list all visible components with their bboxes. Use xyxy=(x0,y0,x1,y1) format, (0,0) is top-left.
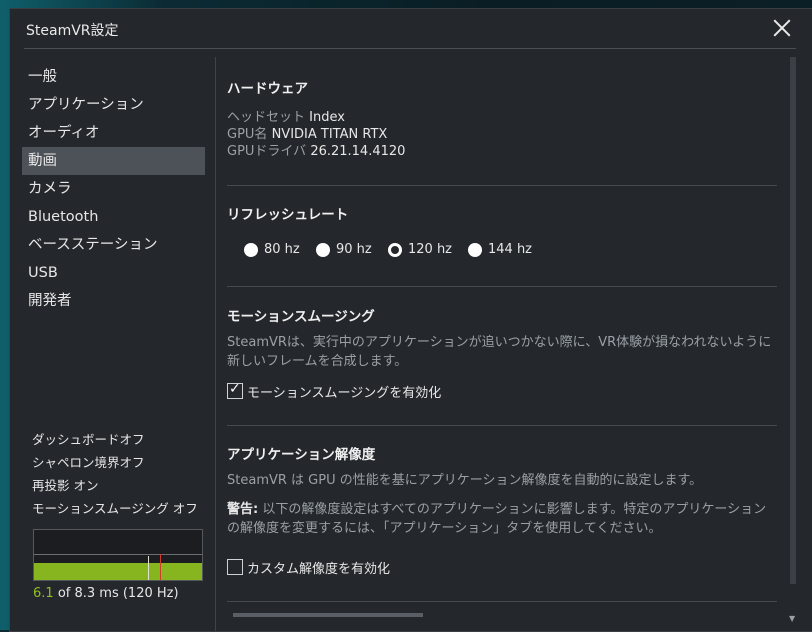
window-title: SteamVR設定 xyxy=(26,23,119,39)
refresh-section: リフレッシュレート xyxy=(227,203,777,223)
motion-heading: モーションスムージング xyxy=(227,309,375,325)
graph-target-line xyxy=(34,554,202,555)
app-resolution-section: アプリケーション解像度 SteamVR は GPU の性能を基にアプリケーション… xyxy=(227,443,777,538)
graph-spike-red xyxy=(160,554,161,580)
graph-frame-fill xyxy=(34,563,202,580)
settings-window: SteamVR設定 一般 アプリケーション オーディオ 動画 カメラ Bluet… xyxy=(9,8,812,632)
gpu-driver-row: GPUドライバ 26.21.14.4120 xyxy=(227,144,406,159)
sidebar-item-video[interactable]: 動画 xyxy=(22,147,205,175)
frame-timing-graph[interactable] xyxy=(33,529,203,581)
sidebar-nav: 一般 アプリケーション オーディオ 動画 カメラ Bluetooth ベースステ… xyxy=(22,63,205,315)
headset-row: ヘッドセット Index xyxy=(227,110,345,125)
graph-spike xyxy=(148,556,149,580)
section-divider xyxy=(227,286,777,287)
status-chaperone: シャペロン境界オフ xyxy=(32,455,145,470)
close-icon[interactable] xyxy=(771,17,793,39)
resolution-description: SteamVR は GPU の性能を基にアプリケーション解像度を自動的に設定しま… xyxy=(227,473,703,488)
frame-time-readout: 6.1 of 8.3 ms (120 Hz) xyxy=(33,586,179,601)
section-divider xyxy=(227,185,777,186)
sidebar-item-base-stations[interactable]: ベースステーション xyxy=(22,231,205,259)
title-bar: SteamVR設定 xyxy=(10,9,812,49)
frame-time-value: 6.1 xyxy=(33,586,54,601)
vertical-scrollbar[interactable] xyxy=(790,57,796,584)
checkbox-checked-icon xyxy=(227,381,243,399)
radio-dot xyxy=(244,243,258,257)
refresh-heading: リフレッシュレート xyxy=(227,207,349,223)
sidebar-item-general[interactable]: 一般 xyxy=(22,63,205,91)
radio-dot-selected xyxy=(388,243,402,257)
checkbox-unchecked-icon xyxy=(227,559,243,575)
section-divider xyxy=(227,425,777,426)
radio-dot xyxy=(316,243,330,257)
motion-description: SteamVRは、実行中のアプリケーションが追いつかない際に、VR体験が損なわれ… xyxy=(227,335,772,369)
sidebar-item-audio[interactable]: オーディオ xyxy=(22,119,205,147)
sidebar-divider xyxy=(215,57,216,631)
sidebar-item-camera[interactable]: カメラ xyxy=(22,175,205,203)
scroll-down-arrow-icon[interactable]: ▼ xyxy=(789,614,795,623)
status-motion-smoothing: モーションスムージング オフ xyxy=(32,501,198,516)
sidebar-item-usb[interactable]: USB xyxy=(22,259,205,287)
frame-time-rest: of 8.3 ms (120 Hz) xyxy=(53,586,179,601)
status-reprojection: 再投影 オン xyxy=(32,478,99,493)
gpu-name-row: GPU名 NVIDIA TITAN RTX xyxy=(227,127,388,142)
title-divider xyxy=(24,48,796,49)
horizontal-scrollbar[interactable] xyxy=(233,613,423,617)
resolution-heading: アプリケーション解像度 xyxy=(227,447,376,463)
video-settings-panel: ハードウェア ヘッドセット Index GPU名 NVIDIA TITAN RT… xyxy=(227,57,787,631)
motion-smoothing-section: モーションスムージング SteamVRは、実行中のアプリケーションが追いつかない… xyxy=(227,305,777,371)
radio-dot xyxy=(468,243,482,257)
resolution-warning: 警告: 以下の解像度設定はすべてのアプリケーションに影響します。特定のアプリケー… xyxy=(227,502,767,536)
hardware-section: ハードウェア ヘッドセット Index GPU名 NVIDIA TITAN RT… xyxy=(227,77,777,160)
sidebar-item-bluetooth[interactable]: Bluetooth xyxy=(22,203,205,231)
sidebar-item-applications[interactable]: アプリケーション xyxy=(22,91,205,119)
sidebar-item-developer[interactable]: 開発者 xyxy=(22,287,205,315)
section-divider xyxy=(227,601,777,602)
hardware-heading: ハードウェア xyxy=(227,81,308,97)
status-dashboard: ダッシュボードオフ xyxy=(32,432,145,447)
status-list: ダッシュボードオフ シャペロン境界オフ 再投影 オン モーションスムージング オ… xyxy=(32,428,212,520)
